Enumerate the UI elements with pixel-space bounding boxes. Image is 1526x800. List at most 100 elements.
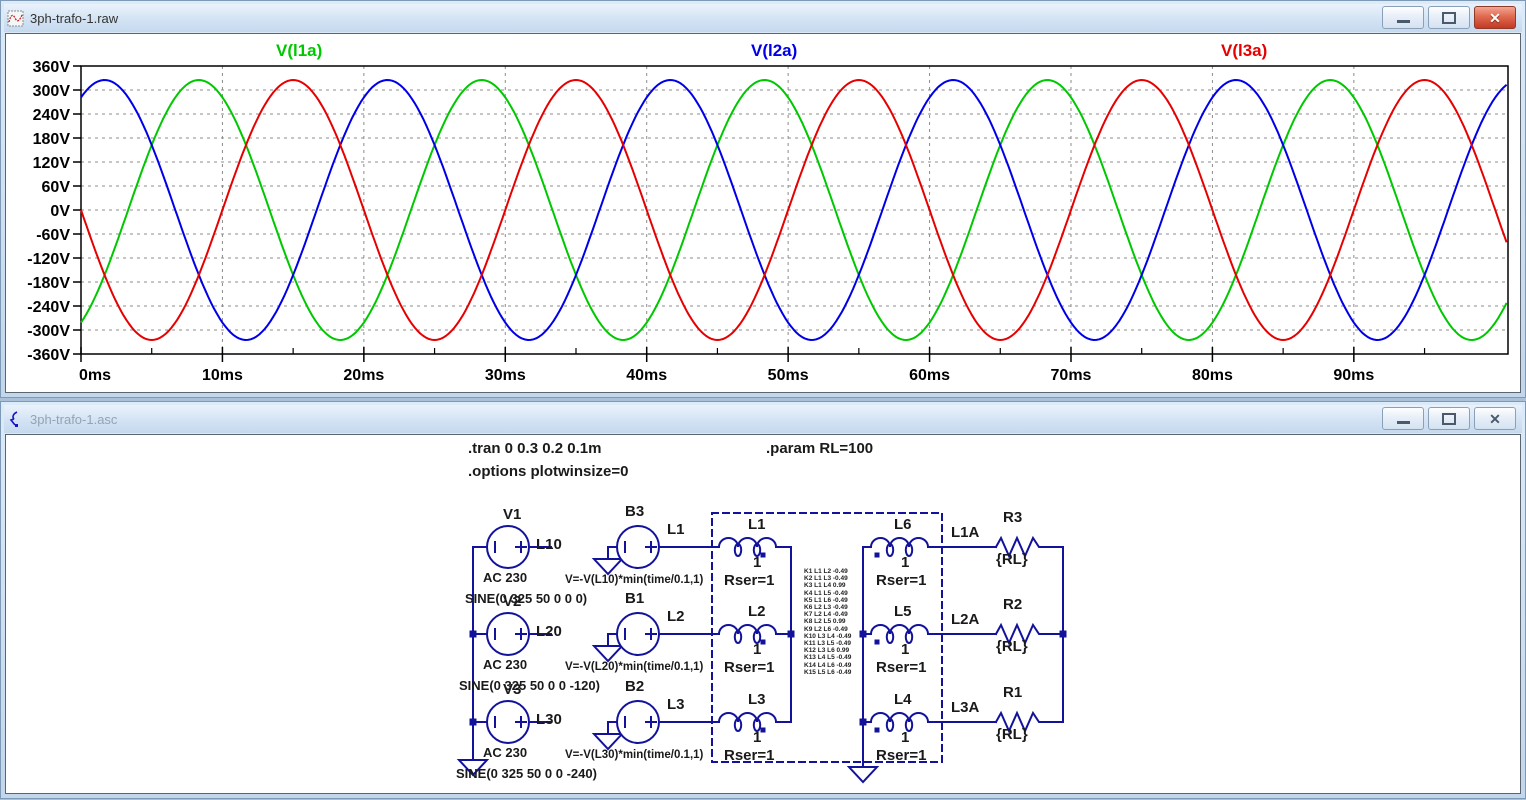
k-line: K2 L1 L3 -0.49 bbox=[804, 575, 848, 583]
trace-label-V(l2a)[interactable]: V(l2a) bbox=[751, 41, 797, 60]
voltage-source-V1 bbox=[486, 525, 530, 569]
refdes-V2[interactable]: V2 bbox=[503, 593, 521, 610]
net-label-L3A[interactable]: L3A bbox=[951, 699, 979, 716]
refdes-B2[interactable]: B2 bbox=[625, 678, 644, 695]
net-label-L2[interactable]: L2 bbox=[667, 608, 685, 625]
inductor-L6 bbox=[870, 537, 929, 557]
value-V2-ac[interactable]: AC 230 bbox=[483, 657, 527, 672]
ground-icon bbox=[593, 558, 623, 575]
bsource-B3 bbox=[616, 525, 660, 569]
x-tick-label: 20ms bbox=[343, 367, 384, 384]
y-tick-label: 240V bbox=[33, 107, 71, 124]
refdes-B1[interactable]: B1 bbox=[625, 590, 644, 607]
value-V3-sine[interactable]: SINE(0 325 50 0 0 -240) bbox=[456, 766, 597, 781]
refdes-R1[interactable]: R1 bbox=[1003, 684, 1022, 701]
value-B2-expr[interactable]: V=-V(L30)*min(time/0.1,1) bbox=[565, 749, 703, 761]
value-R2[interactable]: {RL} bbox=[996, 638, 1028, 655]
trace-label-V(l3a)[interactable]: V(l3a) bbox=[1221, 41, 1267, 60]
minimize-icon bbox=[1396, 420, 1410, 424]
x-tick-label: 70ms bbox=[1051, 367, 1092, 384]
ground-icon bbox=[593, 645, 623, 662]
trace-label-V(l1a)[interactable]: V(l1a) bbox=[276, 41, 322, 60]
minimize-button[interactable] bbox=[1382, 6, 1424, 29]
value-V3-ac[interactable]: AC 230 bbox=[483, 745, 527, 760]
k-line: K12 L3 L6 0.99 bbox=[804, 647, 850, 655]
value-L2[interactable]: 1 bbox=[753, 641, 761, 658]
rser-L6[interactable]: Rser=1 bbox=[876, 572, 926, 589]
k-line: K3 L1 L4 0.99 bbox=[804, 582, 846, 590]
maximize-button[interactable] bbox=[1428, 407, 1470, 430]
inductor-L2 bbox=[718, 624, 777, 644]
refdes-B3[interactable]: B3 bbox=[625, 503, 644, 520]
value-B1-expr[interactable]: V=-V(L20)*min(time/0.1,1) bbox=[565, 661, 703, 673]
minimize-button[interactable] bbox=[1382, 407, 1424, 430]
net-label-L20[interactable]: L20 bbox=[536, 623, 562, 640]
close-icon: ✕ bbox=[1489, 9, 1501, 26]
refdes-R3[interactable]: R3 bbox=[1003, 509, 1022, 526]
refdes-R2[interactable]: R2 bbox=[1003, 596, 1022, 613]
value-L5[interactable]: 1 bbox=[901, 641, 909, 658]
value-L6[interactable]: 1 bbox=[901, 554, 909, 571]
refdes-L1[interactable]: L1 bbox=[748, 516, 766, 533]
rser-L3[interactable]: Rser=1 bbox=[724, 747, 774, 764]
ground-icon bbox=[593, 733, 623, 750]
refdes-L3[interactable]: L3 bbox=[748, 691, 766, 708]
net-label-L2A[interactable]: L2A bbox=[951, 611, 979, 628]
y-tick-label: 120V bbox=[33, 155, 71, 172]
x-tick-label: 0ms bbox=[79, 367, 111, 384]
k-line: K13 L4 L5 -0.49 bbox=[804, 654, 852, 662]
maximize-button[interactable] bbox=[1428, 6, 1470, 29]
refdes-L2[interactable]: L2 bbox=[748, 603, 766, 620]
plot-area[interactable]: 360V 300V 240V 180V 120V 60V 0V -60V -120V -180V -… bbox=[6, 34, 1521, 393]
y-tick-label: -300V bbox=[27, 323, 70, 340]
k-coupling-directives[interactable]: K1 L1 L2 -0.49 K2 L1 L3 -0.49 K3 L1 L4 0… bbox=[804, 568, 851, 676]
value-L4[interactable]: 1 bbox=[901, 729, 909, 746]
value-R1[interactable]: {RL} bbox=[996, 726, 1028, 743]
directive-options[interactable]: .options plotwinsize=0 bbox=[468, 463, 628, 480]
value-V1-ac[interactable]: AC 230 bbox=[483, 570, 527, 585]
voltage-source-V3 bbox=[486, 700, 530, 744]
schematic-titlebar[interactable]: 3ph-trafo-1.asc ✕ bbox=[4, 405, 1522, 433]
close-icon: ✕ bbox=[1489, 410, 1501, 427]
net-label-L3[interactable]: L3 bbox=[667, 696, 685, 713]
schematic-icon bbox=[9, 410, 18, 427]
value-V2-sine[interactable]: SINE(0 325 50 0 0 -120) bbox=[459, 678, 600, 693]
close-button[interactable]: ✕ bbox=[1474, 407, 1516, 430]
net-label-L30[interactable]: L30 bbox=[536, 711, 562, 728]
refdes-L6[interactable]: L6 bbox=[894, 516, 912, 533]
waveform-titlebar[interactable]: 3ph-trafo-1.raw ✕ bbox=[4, 4, 1522, 32]
net-label-L10[interactable]: L10 bbox=[536, 536, 562, 553]
value-V1-sine[interactable]: SINE(0 325 50 0 0 0) bbox=[465, 591, 587, 606]
rser-L1[interactable]: Rser=1 bbox=[724, 572, 774, 589]
net-label-L1[interactable]: L1 bbox=[667, 521, 685, 538]
y-tick-label: 180V bbox=[33, 131, 71, 148]
k-line: K7 L2 L4 -0.49 bbox=[804, 611, 848, 619]
x-tick-label: 30ms bbox=[485, 367, 526, 384]
directive-tran[interactable]: .tran 0 0.3 0.2 0.1m bbox=[468, 440, 601, 457]
directive-param[interactable]: .param RL=100 bbox=[766, 440, 873, 457]
k-line: K15 L5 L6 -0.49 bbox=[804, 668, 852, 676]
value-L1[interactable]: 1 bbox=[753, 554, 761, 571]
k-line: K8 L2 L5 0.99 bbox=[804, 618, 846, 626]
x-tick-label: 80ms bbox=[1192, 367, 1233, 384]
y-tick-label: -240V bbox=[27, 299, 70, 316]
schematic-canvas[interactable] bbox=[1, 402, 1526, 800]
k-line: K11 L3 L5 -0.49 bbox=[804, 640, 851, 648]
value-B3-expr[interactable]: V=-V(L10)*min(time/0.1,1) bbox=[565, 574, 703, 586]
refdes-V1[interactable]: V1 bbox=[503, 506, 521, 523]
x-tick-label: 50ms bbox=[768, 367, 809, 384]
rser-L5[interactable]: Rser=1 bbox=[876, 659, 926, 676]
value-R3[interactable]: {RL} bbox=[996, 551, 1028, 568]
close-button[interactable]: ✕ bbox=[1474, 6, 1516, 29]
refdes-V3[interactable]: V3 bbox=[503, 681, 521, 698]
voltage-source-V2 bbox=[486, 612, 530, 656]
window-title: 3ph-trafo-1.raw bbox=[30, 10, 119, 26]
value-L3[interactable]: 1 bbox=[753, 729, 761, 746]
refdes-L5[interactable]: L5 bbox=[894, 603, 912, 620]
rser-L4[interactable]: Rser=1 bbox=[876, 747, 926, 764]
rser-L2[interactable]: Rser=1 bbox=[724, 659, 774, 676]
refdes-L4[interactable]: L4 bbox=[894, 691, 912, 708]
inductor-L3 bbox=[718, 712, 777, 732]
bsource-B2 bbox=[616, 700, 660, 744]
net-label-L1A[interactable]: L1A bbox=[951, 524, 979, 541]
